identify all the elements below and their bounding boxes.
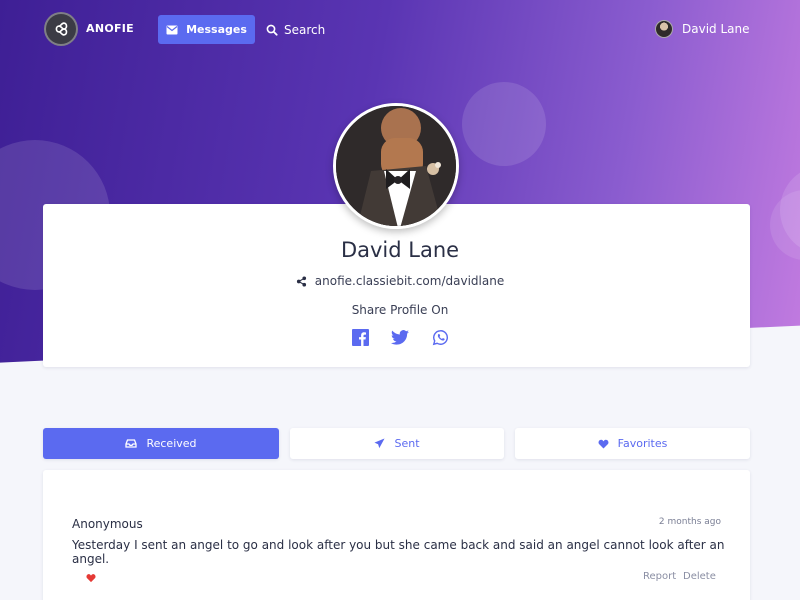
- message-author: Anonymous: [72, 517, 143, 531]
- search-nav-label: Search: [284, 22, 326, 37]
- favorite-heart-icon[interactable]: [86, 573, 96, 583]
- search-nav-link[interactable]: Search: [266, 15, 325, 44]
- profile-name: David Lane: [340, 238, 460, 262]
- profile-avatar: [333, 103, 459, 229]
- profile-link-text: anofie.classiebit.com/davidlane: [314, 274, 505, 288]
- tab-received[interactable]: Received: [43, 428, 279, 459]
- profile-link[interactable]: anofie.classiebit.com/davidlane: [0, 274, 800, 288]
- social-share-buttons: [0, 328, 800, 346]
- twitter-icon: [391, 329, 409, 345]
- tab-favorites[interactable]: Favorites: [515, 428, 750, 459]
- profile-photo: [336, 106, 456, 226]
- infinity-icon: [55, 22, 68, 36]
- page: ANOFIE Messages Search David Lane David …: [0, 0, 800, 600]
- user-menu-name: David Lane: [682, 22, 750, 36]
- facebook-icon: [351, 328, 369, 346]
- tab-received-label: Received: [146, 437, 197, 450]
- messages-nav-button[interactable]: Messages: [158, 15, 255, 44]
- app-name[interactable]: ANOFIE: [86, 22, 134, 35]
- user-menu[interactable]: David Lane: [655, 18, 750, 40]
- top-navigation: ANOFIE Messages Search David Lane: [0, 0, 800, 60]
- message-card: Anonymous 2 months ago Yesterday I sent …: [43, 470, 750, 600]
- search-icon: [266, 24, 278, 36]
- decorative-circle: [462, 82, 546, 166]
- messages-nav-label: Messages: [186, 23, 247, 36]
- envelope-icon: [166, 25, 178, 34]
- tab-sent-label: Sent: [394, 437, 420, 450]
- tab-sent[interactable]: Sent: [290, 428, 504, 459]
- heart-icon: [598, 439, 609, 449]
- whatsapp-icon: [432, 329, 448, 345]
- message-time: 2 months ago: [658, 517, 721, 527]
- share-icon: [296, 275, 306, 287]
- logo[interactable]: [44, 12, 78, 46]
- paper-plane-icon: [374, 438, 386, 449]
- share-profile-label: Share Profile On: [351, 303, 449, 317]
- twitter-share-button[interactable]: [391, 328, 409, 346]
- inbox-icon: [125, 439, 138, 448]
- report-button[interactable]: Report: [643, 571, 676, 582]
- message-text: Yesterday I sent an angel to go and look…: [72, 538, 725, 566]
- whatsapp-share-button[interactable]: [431, 328, 449, 346]
- tab-favorites-label: Favorites: [617, 437, 668, 450]
- avatar: [655, 20, 673, 38]
- facebook-share-button[interactable]: [351, 328, 369, 346]
- delete-button[interactable]: Delete: [683, 571, 716, 582]
